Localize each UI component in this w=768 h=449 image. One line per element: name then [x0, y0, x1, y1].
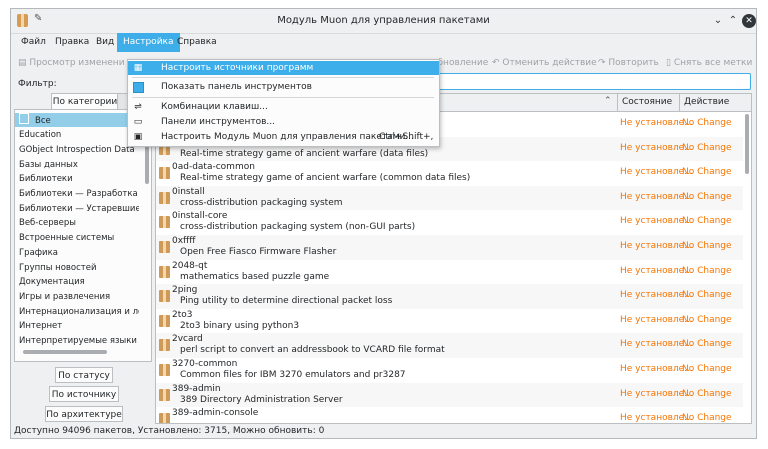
list-item[interactable]: Графика	[19, 246, 139, 260]
package-icon	[159, 339, 170, 352]
preview-changes-button[interactable]: ▤ Просмотр изменени	[18, 56, 125, 70]
sources-icon: ▦	[133, 63, 143, 73]
list-item[interactable]: Интернационализация и лока	[19, 305, 139, 319]
all-icon	[19, 113, 29, 124]
tab-by-category[interactable]: По категории	[51, 93, 119, 110]
window-title: Модуль Muon для управления пакетами	[277, 15, 490, 26]
maximize-icon[interactable]: ⌃	[726, 14, 740, 28]
package-icon	[159, 290, 170, 303]
package-icon	[159, 191, 170, 204]
table-row[interactable]: 2ping Ping utility to determine directio…	[156, 284, 743, 309]
list-item[interactable]: Библиотеки — Разработка	[19, 187, 139, 201]
list-item[interactable]: Веб-серверы	[19, 216, 139, 230]
menu-edit[interactable]: Правка	[49, 33, 95, 52]
menu-item-show-toolbar[interactable]: Показать панель инструментов	[128, 80, 439, 94]
filter-input[interactable]	[436, 73, 751, 90]
table-row[interactable]: 2vcard perl script to convert an address…	[156, 333, 743, 358]
list-item[interactable]: Библиотеки	[19, 172, 139, 186]
redo-icon: ↷	[598, 58, 609, 68]
table-row[interactable]: 0install cross-distribution packaging sy…	[156, 185, 743, 211]
package-icon	[159, 265, 170, 278]
unmark-icon: ▯	[666, 58, 674, 68]
list-item[interactable]: Базы данных	[19, 158, 139, 172]
redo-button[interactable]: ↷ Повторить	[598, 56, 659, 70]
list-item[interactable]: Встроенные системы	[19, 231, 139, 245]
toolbars-icon: ▭	[133, 117, 143, 127]
table-row[interactable]: 0ad-data-common Real-time strategy game …	[156, 161, 743, 186]
configure-icon: ▣	[133, 132, 143, 142]
menu-help[interactable]: Справка	[171, 33, 223, 52]
update-button[interactable]: обновление	[432, 56, 488, 70]
list-item[interactable]: Все	[15, 113, 145, 127]
column-header-action[interactable]: Действие	[679, 94, 743, 111]
scrollbar-handle[interactable]	[745, 114, 749, 174]
package-icon	[159, 167, 170, 180]
list-item[interactable]: Интерпретируемые языки	[19, 334, 139, 348]
list-item[interactable]: Игры и развлечения	[19, 290, 139, 304]
undo-icon: ↶	[492, 58, 503, 68]
package-vertical-scrollbar[interactable]	[745, 114, 749, 422]
menu-item-configure-muon[interactable]: ▣ Настроить Модуль Muon для управления п…	[128, 130, 439, 144]
table-row[interactable]: 0xffff Open Free Fiasco Firmware Flasher…	[156, 235, 743, 260]
status-bar: Доступно 94096 пакетов, Установлено: 371…	[14, 426, 325, 436]
column-header-status[interactable]: Состояние	[617, 94, 679, 111]
settings-menu: ▦ Настроить источники программ Показать …	[127, 59, 440, 147]
title-bar: ✎ Модуль Muon для управления пакетами ⌄ …	[11, 9, 756, 34]
menu-view[interactable]: Вид	[90, 33, 120, 52]
menu-item-configure-sources[interactable]: ▦ Настроить источники программ	[128, 61, 439, 75]
main-window: ✎ Модуль Muon для управления пакетами ⌄ …	[10, 8, 757, 439]
tab-by-architecture[interactable]: По архитектуре	[45, 406, 123, 422]
menu-bar: Файл Правка Вид Настройка Справка	[11, 33, 756, 52]
list-item[interactable]: Education	[19, 128, 139, 142]
list-item[interactable]: Библиотеки — Устаревшие	[19, 202, 139, 216]
list-item[interactable]: Документация	[19, 275, 139, 289]
category-horizontal-scrollbar[interactable]	[23, 350, 107, 354]
package-icon	[159, 388, 170, 401]
table-row[interactable]: 0install-core cross-distribution packagi…	[156, 210, 743, 235]
menu-item-toolbars[interactable]: ▭ Панели инструментов...	[128, 115, 439, 129]
checkbox-checked-icon[interactable]	[133, 82, 144, 93]
package-icon	[159, 413, 170, 423]
tab-by-status[interactable]: По статусу	[55, 367, 113, 383]
minimize-icon[interactable]: ⌄	[711, 14, 725, 28]
menu-file[interactable]: Файл	[15, 33, 52, 52]
package-icon	[159, 364, 170, 376]
table-row[interactable]: 3270-common Common files for IBM 3270 em…	[156, 358, 743, 383]
menu-separator	[132, 97, 434, 98]
menu-separator	[132, 77, 434, 78]
package-icon	[159, 314, 170, 327]
list-item[interactable]: GObject Introspection Data	[19, 143, 139, 157]
table-row[interactable]: 389-admin 389 Directory Administration S…	[156, 382, 743, 408]
table-row[interactable]: 389-admin-console Не установле... No Cha…	[156, 407, 743, 423]
keyboard-shortcuts-icon: ⇌	[134, 102, 142, 112]
unmark-all-button[interactable]: ▯ Снять все метки	[666, 56, 752, 70]
table-row[interactable]: 2048-qt mathematics based puzzle game Не…	[156, 260, 743, 285]
undo-button[interactable]: ↶ Отменить действие	[492, 56, 597, 70]
menu-item-keyboard-shortcuts[interactable]: ⇌ Комбинации клавиш...	[128, 100, 439, 114]
filter-label: Фильтр:	[18, 79, 57, 89]
package-icon	[159, 241, 170, 253]
close-icon[interactable]: ✕	[742, 14, 756, 28]
sort-ascending-icon: ⌃	[604, 96, 612, 106]
table-row[interactable]: 2to3 2to3 binary using python3 Не устано…	[156, 309, 743, 334]
package-icon	[159, 216, 170, 229]
list-item[interactable]: Группы новостей	[19, 261, 139, 275]
list-item[interactable]: Интернет	[19, 319, 139, 333]
tab-by-source[interactable]: По источнику	[49, 386, 119, 402]
preview-icon: ▤	[18, 58, 30, 68]
